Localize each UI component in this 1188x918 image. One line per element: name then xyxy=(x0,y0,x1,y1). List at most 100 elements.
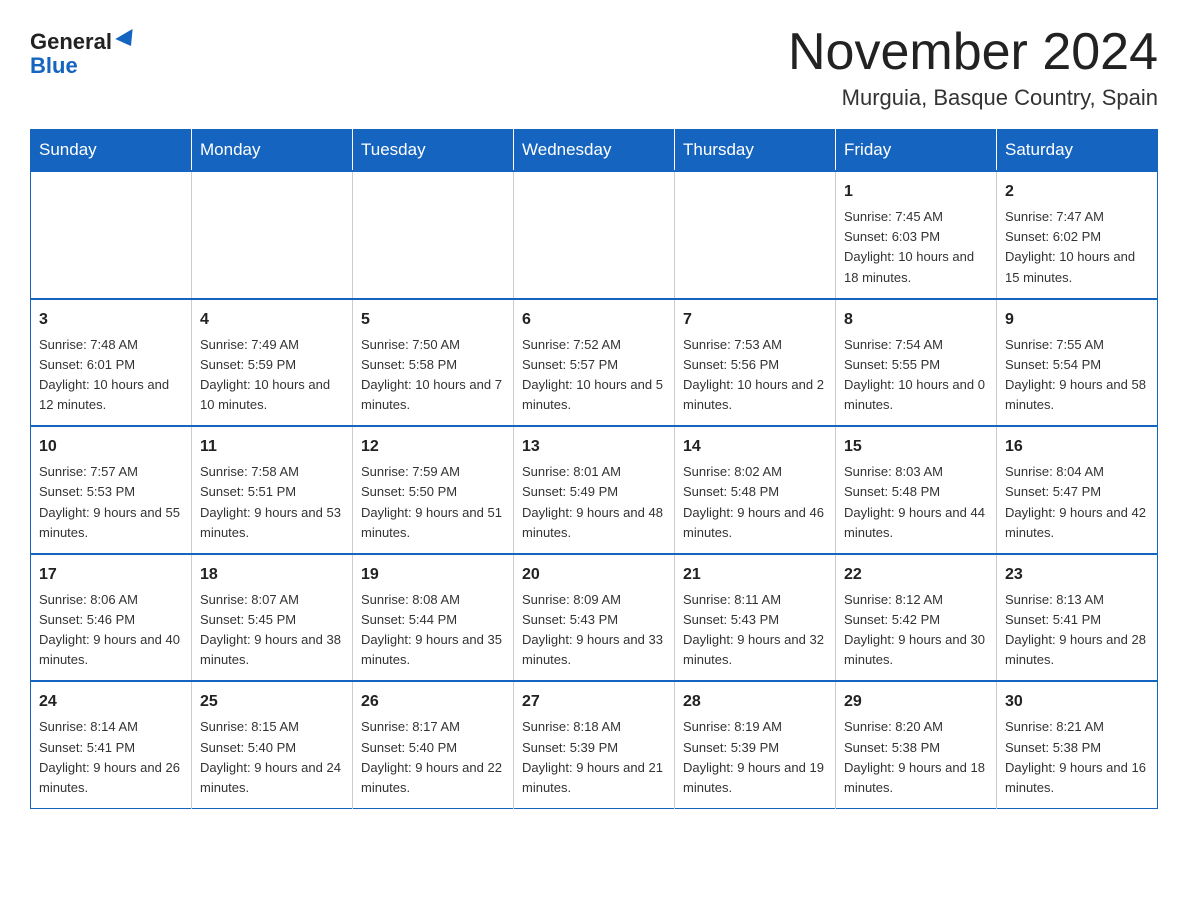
calendar-title: November 2024 xyxy=(788,24,1158,81)
calendar-cell: 24 Sunrise: 8:14 AM Sunset: 5:41 PM Dayli… xyxy=(31,681,192,808)
calendar-week-row: 24 Sunrise: 8:14 AM Sunset: 5:41 PM Dayli… xyxy=(31,681,1158,808)
day-info: Sunrise: 8:08 AM Sunset: 5:44 PM Dayligh… xyxy=(361,590,505,671)
logo-general-text: General xyxy=(30,30,112,54)
day-info: Sunrise: 8:18 AM Sunset: 5:39 PM Dayligh… xyxy=(522,717,666,798)
calendar-cell: 13 Sunrise: 8:01 AM Sunset: 5:49 PM Dayli… xyxy=(514,426,675,554)
calendar-cell: 17 Sunrise: 8:06 AM Sunset: 5:46 PM Dayli… xyxy=(31,554,192,682)
calendar-cell: 4Sunrise: 7:49 AM Sunset: 5:59 PM Daylig… xyxy=(192,299,353,427)
day-info: Sunrise: 7:53 AM Sunset: 5:56 PM Dayligh… xyxy=(683,335,827,416)
day-number: 25 xyxy=(200,690,344,714)
weekday-header-tuesday: Tuesday xyxy=(353,130,514,172)
logo-blue-text: Blue xyxy=(30,53,78,78)
calendar-cell: 20 Sunrise: 8:09 AM Sunset: 5:43 PM Dayli… xyxy=(514,554,675,682)
day-number: 20 xyxy=(522,563,666,587)
day-number: 13 xyxy=(522,435,666,459)
weekday-header-sunday: Sunday xyxy=(31,130,192,172)
day-number: 1 xyxy=(844,180,988,204)
day-info: Sunrise: 7:54 AM Sunset: 5:55 PM Dayligh… xyxy=(844,335,988,416)
day-number: 30 xyxy=(1005,690,1149,714)
day-number: 16 xyxy=(1005,435,1149,459)
calendar-cell: 15 Sunrise: 8:03 AM Sunset: 5:48 PM Dayli… xyxy=(836,426,997,554)
calendar-cell: 22Sunrise: 8:12 AM Sunset: 5:42 PM Dayli… xyxy=(836,554,997,682)
day-info: Sunrise: 7:49 AM Sunset: 5:59 PM Dayligh… xyxy=(200,335,344,416)
day-info: Sunrise: 7:50 AM Sunset: 5:58 PM Dayligh… xyxy=(361,335,505,416)
calendar-cell xyxy=(675,171,836,299)
calendar-cell: 6 Sunrise: 7:52 AM Sunset: 5:57 PM Daylig… xyxy=(514,299,675,427)
calendar-week-row: 1 Sunrise: 7:45 AM Sunset: 6:03 PM Daylig… xyxy=(31,171,1158,299)
calendar-cell: 1 Sunrise: 7:45 AM Sunset: 6:03 PM Daylig… xyxy=(836,171,997,299)
calendar-cell: 11 Sunrise: 7:58 AM Sunset: 5:51 PM Dayli… xyxy=(192,426,353,554)
day-info: Sunrise: 8:13 AM Sunset: 5:41 PM Dayligh… xyxy=(1005,590,1149,671)
page-header: General Blue November 2024 Murguia, Basq… xyxy=(30,24,1158,111)
weekday-header-thursday: Thursday xyxy=(675,130,836,172)
day-number: 29 xyxy=(844,690,988,714)
calendar-cell: 30 Sunrise: 8:21 AM Sunset: 5:38 PM Dayli… xyxy=(997,681,1158,808)
day-number: 26 xyxy=(361,690,505,714)
day-info: Sunrise: 7:47 AM Sunset: 6:02 PM Dayligh… xyxy=(1005,207,1149,288)
day-number: 5 xyxy=(361,308,505,332)
day-info: Sunrise: 8:15 AM Sunset: 5:40 PM Dayligh… xyxy=(200,717,344,798)
day-info: Sunrise: 8:14 AM Sunset: 5:41 PM Dayligh… xyxy=(39,717,183,798)
calendar-week-row: 10 Sunrise: 7:57 AM Sunset: 5:53 PM Dayli… xyxy=(31,426,1158,554)
day-number: 21 xyxy=(683,563,827,587)
day-number: 7 xyxy=(683,308,827,332)
day-number: 24 xyxy=(39,690,183,714)
day-number: 27 xyxy=(522,690,666,714)
calendar-cell xyxy=(514,171,675,299)
calendar-week-row: 3 Sunrise: 7:48 AM Sunset: 6:01 PM Daylig… xyxy=(31,299,1158,427)
calendar-cell: 8Sunrise: 7:54 AM Sunset: 5:55 PM Daylig… xyxy=(836,299,997,427)
calendar-cell: 28Sunrise: 8:19 AM Sunset: 5:39 PM Dayli… xyxy=(675,681,836,808)
weekday-header-friday: Friday xyxy=(836,130,997,172)
calendar-cell: 2 Sunrise: 7:47 AM Sunset: 6:02 PM Daylig… xyxy=(997,171,1158,299)
day-info: Sunrise: 8:01 AM Sunset: 5:49 PM Dayligh… xyxy=(522,462,666,543)
day-info: Sunrise: 8:07 AM Sunset: 5:45 PM Dayligh… xyxy=(200,590,344,671)
day-info: Sunrise: 7:45 AM Sunset: 6:03 PM Dayligh… xyxy=(844,207,988,288)
calendar-cell: 9 Sunrise: 7:55 AM Sunset: 5:54 PM Daylig… xyxy=(997,299,1158,427)
day-number: 28 xyxy=(683,690,827,714)
day-number: 3 xyxy=(39,308,183,332)
calendar-cell xyxy=(31,171,192,299)
day-info: Sunrise: 8:12 AM Sunset: 5:42 PM Dayligh… xyxy=(844,590,988,671)
calendar-cell: 10 Sunrise: 7:57 AM Sunset: 5:53 PM Dayli… xyxy=(31,426,192,554)
day-number: 17 xyxy=(39,563,183,587)
day-number: 11 xyxy=(200,435,344,459)
calendar-cell xyxy=(353,171,514,299)
calendar-cell: 27 Sunrise: 8:18 AM Sunset: 5:39 PM Dayli… xyxy=(514,681,675,808)
day-number: 12 xyxy=(361,435,505,459)
day-info: Sunrise: 8:09 AM Sunset: 5:43 PM Dayligh… xyxy=(522,590,666,671)
calendar-cell: 23Sunrise: 8:13 AM Sunset: 5:41 PM Dayli… xyxy=(997,554,1158,682)
day-info: Sunrise: 7:55 AM Sunset: 5:54 PM Dayligh… xyxy=(1005,335,1149,416)
weekday-header-saturday: Saturday xyxy=(997,130,1158,172)
day-number: 10 xyxy=(39,435,183,459)
calendar-cell: 16 Sunrise: 8:04 AM Sunset: 5:47 PM Dayli… xyxy=(997,426,1158,554)
day-info: Sunrise: 7:52 AM Sunset: 5:57 PM Dayligh… xyxy=(522,335,666,416)
day-info: Sunrise: 7:57 AM Sunset: 5:53 PM Dayligh… xyxy=(39,462,183,543)
calendar-cell: 14Sunrise: 8:02 AM Sunset: 5:48 PM Dayli… xyxy=(675,426,836,554)
weekday-header-monday: Monday xyxy=(192,130,353,172)
day-number: 9 xyxy=(1005,308,1149,332)
day-info: Sunrise: 8:06 AM Sunset: 5:46 PM Dayligh… xyxy=(39,590,183,671)
calendar-cell: 3 Sunrise: 7:48 AM Sunset: 6:01 PM Daylig… xyxy=(31,299,192,427)
title-block: November 2024 Murguia, Basque Country, S… xyxy=(788,24,1158,111)
day-number: 18 xyxy=(200,563,344,587)
calendar-subtitle: Murguia, Basque Country, Spain xyxy=(788,85,1158,111)
day-info: Sunrise: 7:58 AM Sunset: 5:51 PM Dayligh… xyxy=(200,462,344,543)
logo-triangle-icon xyxy=(115,29,139,51)
day-number: 19 xyxy=(361,563,505,587)
calendar-cell: 12Sunrise: 7:59 AM Sunset: 5:50 PM Dayli… xyxy=(353,426,514,554)
day-info: Sunrise: 7:48 AM Sunset: 6:01 PM Dayligh… xyxy=(39,335,183,416)
calendar-week-row: 17 Sunrise: 8:06 AM Sunset: 5:46 PM Dayli… xyxy=(31,554,1158,682)
calendar-cell: 5 Sunrise: 7:50 AM Sunset: 5:58 PM Daylig… xyxy=(353,299,514,427)
calendar-cell: 19 Sunrise: 8:08 AM Sunset: 5:44 PM Dayli… xyxy=(353,554,514,682)
day-info: Sunrise: 8:21 AM Sunset: 5:38 PM Dayligh… xyxy=(1005,717,1149,798)
day-info: Sunrise: 8:03 AM Sunset: 5:48 PM Dayligh… xyxy=(844,462,988,543)
calendar-table: SundayMondayTuesdayWednesdayThursdayFrid… xyxy=(30,129,1158,809)
day-info: Sunrise: 8:17 AM Sunset: 5:40 PM Dayligh… xyxy=(361,717,505,798)
day-number: 2 xyxy=(1005,180,1149,204)
weekday-header-wednesday: Wednesday xyxy=(514,130,675,172)
calendar-cell: 21Sunrise: 8:11 AM Sunset: 5:43 PM Dayli… xyxy=(675,554,836,682)
day-number: 15 xyxy=(844,435,988,459)
day-info: Sunrise: 8:04 AM Sunset: 5:47 PM Dayligh… xyxy=(1005,462,1149,543)
calendar-cell xyxy=(192,171,353,299)
day-number: 6 xyxy=(522,308,666,332)
